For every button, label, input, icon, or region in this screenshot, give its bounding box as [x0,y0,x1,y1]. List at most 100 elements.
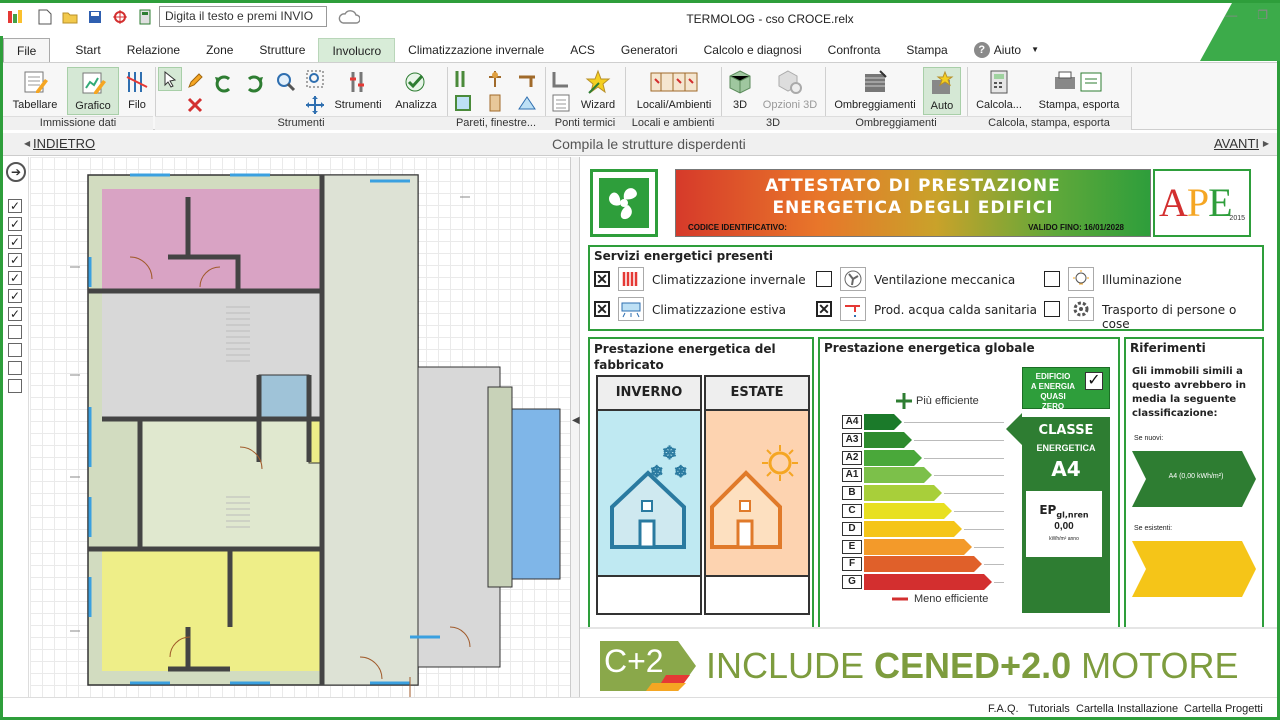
tabellare-button[interactable]: Tabellare [9,67,61,115]
restore-icon[interactable]: ❐ [1257,8,1268,22]
tab-confronta[interactable]: Confronta [815,38,894,62]
tab-file[interactable]: File [3,38,51,62]
stampa-esporta-button[interactable]: Stampa, esporta [1033,67,1125,115]
calculator-icon[interactable] [136,8,154,26]
tutorials-link[interactable]: Tutorials [1028,703,1070,715]
arrow-right-circle-icon[interactable]: ➔ [6,162,26,182]
energy-class-label: B [842,486,862,501]
service-checkbox-ventilazione[interactable] [816,271,832,287]
search-input[interactable]: Digita il testo e premi INVIO [159,6,327,27]
energy-class-bar [864,556,982,573]
layer-checkbox[interactable]: ✓ [8,217,22,231]
layer-checkbox[interactable] [8,361,22,375]
delete-icon[interactable] [185,95,205,115]
analizza-button[interactable]: Analizza [391,67,441,115]
zoom-window-icon[interactable] [305,69,325,89]
tab-start[interactable]: Start [62,38,113,62]
service-checkbox-clim-estiva[interactable]: ✕ [594,301,610,317]
collapse-arrow-icon[interactable]: ◀ [572,415,580,426]
auto-button[interactable]: Auto [923,67,961,115]
tab-calcolo-diagnosi[interactable]: Calcolo e diagnosi [691,38,815,62]
wizard-button[interactable]: Wizard [575,67,621,115]
new-file-icon[interactable] [36,8,54,26]
column-icon[interactable] [485,69,505,89]
redo-icon[interactable] [243,73,263,93]
panel-splitter[interactable]: ◀ [570,157,580,697]
service-checkbox-acqua-calda[interactable]: ✕ [816,301,832,317]
calcola-button[interactable]: Calcola... [973,67,1025,115]
pencil-icon[interactable] [185,71,205,91]
tab-zone[interactable]: Zone [193,38,246,62]
service-checkbox-illuminazione[interactable] [1044,271,1060,287]
back-link[interactable]: INDIETRO [33,136,95,151]
tab-climatizzazione-invernale[interactable]: Climatizzazione invernale [395,38,557,62]
tab-involucro[interactable]: Involucro [318,38,396,62]
tab-generatori[interactable]: Generatori [608,38,691,62]
layer-checkbox[interactable]: ✓ [8,253,22,267]
app-icon [6,8,24,26]
layer-checkbox[interactable]: ✓ [8,307,22,321]
minimize-icon[interactable]: — [1225,8,1237,22]
door-icon[interactable] [485,93,505,113]
layer-checkbox[interactable]: ✓ [8,199,22,213]
plus-icon [896,393,912,409]
layer-checkbox[interactable] [8,343,22,357]
pan-icon[interactable] [305,95,325,115]
open-folder-icon[interactable] [61,8,79,26]
tab-stampa[interactable]: Stampa [893,38,960,62]
layer-checkbox[interactable]: ✓ [8,271,22,285]
globale-box: Prestazione energetica globale Più effic… [818,337,1120,629]
beam-icon[interactable] [517,69,537,89]
room-sage[interactable] [140,419,322,549]
servizi-box: Servizi energetici presenti ✕ Climatizza… [588,245,1264,331]
thermal-bridge-list-icon[interactable] [551,93,571,113]
select-tool-button[interactable] [158,67,182,91]
esistenti-class-arrow [1132,541,1256,597]
banner-text-bold: CENED+2.0 [874,645,1072,686]
riferimenti-text-3: media la seguente [1132,394,1237,405]
window-icon[interactable] [453,93,473,113]
tab-strutture[interactable]: Strutture [246,38,318,62]
group-ponti-termici: Ponti termici [545,116,625,130]
grafico-button[interactable]: Grafico [67,67,119,115]
locali-ambienti-button[interactable]: Locali/Ambienti [631,67,717,115]
cartella-progetti-link[interactable]: Cartella Progetti [1184,703,1263,715]
room-yellow[interactable] [102,549,322,671]
tab-relazione[interactable]: Relazione [114,38,193,62]
room-blue-small[interactable] [258,374,310,420]
undo-icon[interactable] [213,73,233,93]
service-checkbox-trasporto[interactable] [1044,301,1060,317]
annex-wall [487,386,513,588]
wizard-label: Wizard [580,99,616,111]
cartella-installazione-link[interactable]: Cartella Installazione [1076,703,1178,715]
service-label: Climatizzazione estiva [652,303,786,317]
inverno-panel: INVERNO ❄ ❄ ❄ [596,375,702,615]
title-bar: Digita il testo e premi INVIO TERMOLOG -… [0,0,1280,61]
layer-checkbox[interactable] [8,379,22,393]
zoom-icon[interactable] [275,71,296,92]
floor-plan-canvas[interactable] [30,157,570,697]
layer-checkbox[interactable]: ✓ [8,289,22,303]
wall-icon[interactable] [453,69,473,89]
service-checkbox-clim-invernale[interactable]: ✕ [594,271,610,287]
tab-acs[interactable]: ACS [557,38,608,62]
room-pink[interactable] [102,189,322,291]
forward-link[interactable]: AVANTI [1214,136,1259,151]
layer-checkbox[interactable]: ✓ [8,235,22,249]
roof-window-icon[interactable] [517,93,537,113]
thermal-bridge-icon[interactable] [551,69,571,89]
ombreggiamenti-button[interactable]: Ombreggiamenti [831,67,919,115]
filo-button[interactable]: Filo [122,67,152,115]
save-icon[interactable] [86,8,104,26]
light-bulb-icon [1068,267,1094,291]
target-icon[interactable] [111,8,129,26]
tab-aiuto[interactable]: ? Aiuto ▼ [961,38,1052,62]
riferimenti-text-4: classificazione: [1132,408,1218,419]
layer-checkbox[interactable] [8,325,22,339]
faq-link[interactable]: F.A.Q. [988,703,1019,715]
service-label: Prod. acqua calda sanitaria [874,303,1037,317]
opzioni-3d-button[interactable]: Opzioni 3D [759,67,821,115]
cloud-icon[interactable] [337,8,361,26]
strumenti-button[interactable]: Strumenti [331,67,385,115]
3d-button[interactable]: 3D [725,67,755,115]
